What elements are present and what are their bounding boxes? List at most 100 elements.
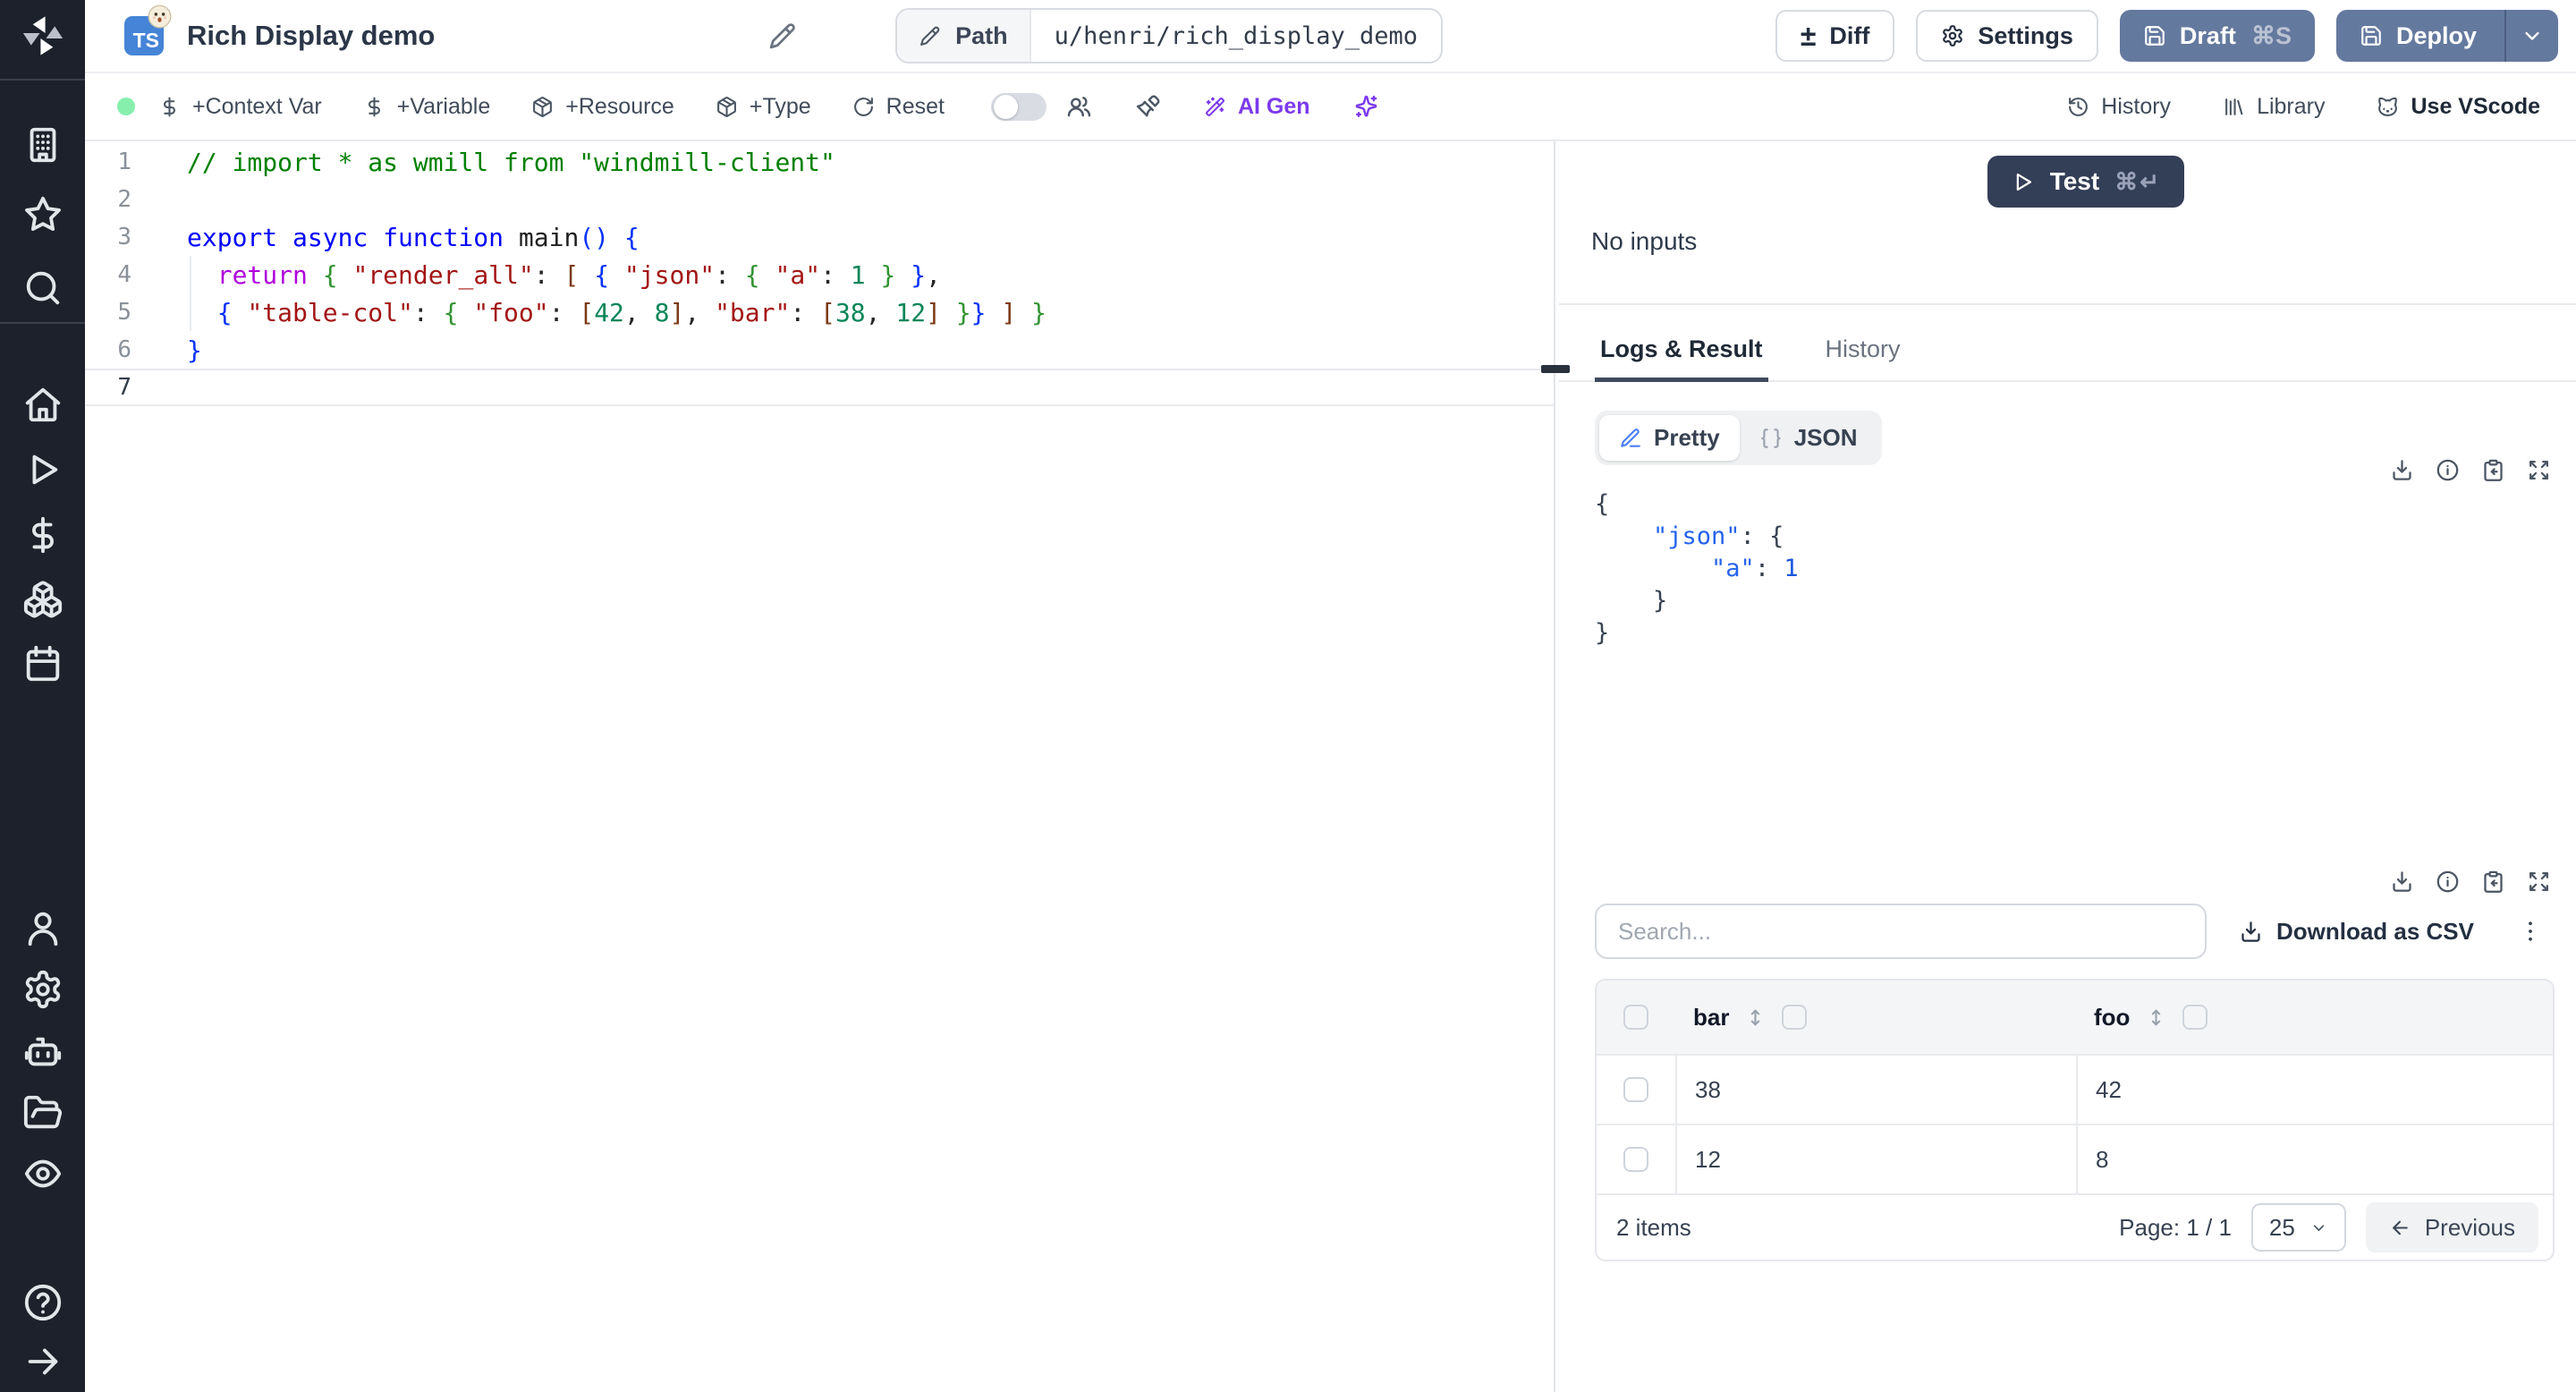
code-line: 6} <box>85 331 1554 369</box>
download-csv-label: Download as CSV <box>2275 917 2474 945</box>
settings-button[interactable]: Settings <box>1916 10 2098 62</box>
arrow-left-icon <box>2389 1217 2411 1239</box>
table-header: bar foo <box>1597 980 2553 1054</box>
info-icon[interactable] <box>2436 870 2460 894</box>
add-type-button[interactable]: +Type <box>716 94 811 120</box>
column-header-bar: bar <box>1675 980 2076 1054</box>
sidebar-divider <box>0 322 85 324</box>
format-brush-icon[interactable] <box>1135 94 1161 120</box>
download-icon <box>2239 920 2263 944</box>
sidebar-item-workers[interactable] <box>22 1031 64 1073</box>
draft-button[interactable]: Draft ⌘S <box>2119 10 2315 62</box>
expand-result-icon[interactable] <box>2527 458 2551 482</box>
add-resource-button[interactable]: +Resource <box>531 94 674 120</box>
pencil-icon <box>919 25 941 47</box>
resize-handle[interactable] <box>1541 365 1570 373</box>
gear-icon <box>1941 24 1964 47</box>
sidebar-item-settings[interactable] <box>22 969 64 1010</box>
status-dot <box>117 98 135 115</box>
copy-result-icon[interactable] <box>2481 458 2505 482</box>
table-search-input[interactable] <box>1595 904 2207 959</box>
toolbar-item-label: Reset <box>886 93 945 119</box>
result-body: Pretty JSON { "json": { "a": 1 }} Downloa… <box>1559 382 2576 1392</box>
test-button[interactable]: Test ⌘↵ <box>1987 156 2184 208</box>
view-mode-json[interactable]: JSON <box>1740 415 1877 461</box>
table-cell: 12 <box>1675 1125 2076 1193</box>
result-json: { "json": { "a": 1 }} <box>1595 488 2555 649</box>
sidebar-item-home[interactable] <box>22 384 64 425</box>
ai-gen-button[interactable]: AI Gen <box>1204 94 1310 120</box>
download-csv-button[interactable]: Download as CSV <box>2239 918 2474 946</box>
chevron-down-icon <box>2309 1218 2328 1237</box>
sidebar-item-favorites[interactable] <box>22 194 64 235</box>
copy-result-icon[interactable] <box>2481 870 2505 894</box>
sidebar-item-audit-logs[interactable] <box>22 1153 64 1194</box>
emoji-sticker-icon <box>146 3 174 30</box>
column-checkbox[interactable] <box>1782 1005 1808 1030</box>
page-title: Rich Display demo <box>187 20 436 51</box>
code-line: 1 // import * as wmill from "windmill-cli… <box>85 143 1554 181</box>
sidebar-item-runs[interactable] <box>22 449 64 490</box>
view-mode-label: JSON <box>1793 424 1858 451</box>
deploy-button[interactable]: Deploy <box>2335 10 2558 62</box>
sidebar-item-expand[interactable] <box>22 1341 64 1382</box>
windmill-logo[interactable] <box>20 13 66 59</box>
info-icon[interactable] <box>2436 458 2460 482</box>
path-value: u/henri/rich_display_demo <box>1054 21 1419 50</box>
library-button[interactable]: Library <box>2223 94 2325 120</box>
package-icon <box>531 96 554 118</box>
result-table: bar foo 38 42 12 8 2 items Page: 1 / 1 25 <box>1595 979 2555 1261</box>
sidebar-item-folders[interactable] <box>22 1092 64 1133</box>
deploy-dropdown-button[interactable] <box>2504 10 2558 62</box>
download-result-icon[interactable] <box>2390 458 2414 482</box>
download-result-icon[interactable] <box>2390 870 2414 894</box>
sort-icon[interactable] <box>1744 1006 1767 1029</box>
test-shortcut: ⌘↵ <box>2114 167 2161 195</box>
sidebar-item-schedules[interactable] <box>22 643 64 684</box>
view-mode-label: Pretty <box>1654 424 1720 451</box>
no-inputs-text: No inputs <box>1591 227 1698 255</box>
code-editor[interactable]: 1 // import * as wmill from "windmill-cli… <box>85 141 1554 1392</box>
diff-button[interactable]: ± Diff <box>1775 10 1895 62</box>
reset-button[interactable]: Reset <box>852 94 945 120</box>
add-context-var-button[interactable]: +Context Var <box>158 94 322 120</box>
multiplayer-toggle[interactable] <box>990 92 1046 121</box>
view-mode-pretty[interactable]: Pretty <box>1599 415 1740 461</box>
view-mode-toggle: Pretty JSON <box>1595 411 1882 465</box>
expand-result-icon[interactable] <box>2527 870 2551 894</box>
table-cell: 42 <box>2076 1056 2553 1124</box>
column-checkbox[interactable] <box>2182 1005 2208 1030</box>
users-icon[interactable] <box>1066 94 1092 120</box>
reset-icon <box>852 96 875 118</box>
previous-page-button[interactable]: Previous <box>2365 1202 2538 1252</box>
table-cell: 8 <box>2076 1125 2553 1193</box>
header-actions: ± Diff Settings Draft ⌘S Deploy <box>1775 10 2558 62</box>
sidebar-item-search[interactable] <box>22 267 64 309</box>
select-all-checkbox[interactable] <box>1623 1005 1648 1030</box>
result-tabs: Logs & Result History <box>1559 305 2576 382</box>
history-button[interactable]: History <box>2067 94 2171 120</box>
use-vscode-button[interactable]: Use VScode <box>2377 94 2540 120</box>
toggle-knob <box>993 94 1018 119</box>
edit-summary-pencil-icon[interactable] <box>767 21 797 51</box>
sidebar-item-variables[interactable] <box>22 514 64 556</box>
sidebar-item-workspace[interactable] <box>22 124 64 166</box>
row-checkbox[interactable] <box>1623 1147 1648 1172</box>
sidebar-item-users[interactable] <box>22 908 64 949</box>
table-menu-icon[interactable] <box>2517 918 2544 945</box>
tab-history[interactable]: History <box>1820 335 1906 382</box>
row-checkbox[interactable] <box>1623 1077 1648 1102</box>
code-line: 4 return { "render_all": [ { "json": { "… <box>85 256 1554 293</box>
sidebar-item-resources[interactable] <box>22 579 64 620</box>
code-text: { "table-col": { "foo": [42, 8], "bar": … <box>216 297 1046 327</box>
add-variable-button[interactable]: +Variable <box>363 94 490 120</box>
tab-logs-result[interactable]: Logs & Result <box>1595 335 1768 382</box>
page-size-select[interactable]: 25 <box>2250 1203 2346 1252</box>
main: TS Rich Display demo Path u/henri/rich_d… <box>85 0 2576 1392</box>
sidebar-item-help[interactable] <box>22 1282 64 1323</box>
path-button[interactable]: Path u/henri/rich_display_demo <box>895 8 1444 64</box>
toolbar-items: +Context Var +Variable +Resource +Type Reset <box>158 94 986 120</box>
sparkles-icon[interactable] <box>1353 94 1379 120</box>
sort-icon[interactable] <box>2145 1006 2167 1029</box>
toolbar-item-label: History <box>2101 93 2172 119</box>
